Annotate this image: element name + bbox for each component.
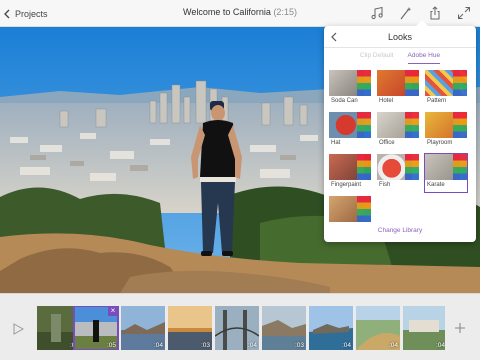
music-icon xyxy=(371,6,383,20)
look-thumbnail xyxy=(425,154,467,180)
clip-duration: :04 xyxy=(388,342,398,349)
clip-5[interactable]: :04 xyxy=(215,306,259,350)
clip-8[interactable]: :04 xyxy=(356,306,400,350)
clip-duration: :03 xyxy=(294,342,304,349)
look-fish[interactable]: Fish xyxy=(376,153,420,193)
look-playroom[interactable]: Playroom xyxy=(424,111,468,151)
fullscreen-button[interactable] xyxy=(455,4,473,22)
look-thumbnail xyxy=(425,112,467,138)
looks-back-button[interactable] xyxy=(328,31,340,43)
tab-clip-default[interactable]: Clip Default xyxy=(360,52,394,64)
play-button[interactable] xyxy=(12,322,25,335)
look-thumbnail xyxy=(329,196,371,222)
clip-duration: :04 xyxy=(247,342,257,349)
chevron-left-icon xyxy=(4,9,10,18)
looks-panel: Looks Clip Default Adobe Hue Soda Can Ho… xyxy=(324,20,476,242)
look-label: Karate xyxy=(427,182,445,188)
look-thumbnail xyxy=(329,154,371,180)
timeline: :05 × :05 :04 :03 :04 :03 :04 :04 xyxy=(0,293,480,360)
looks-grid: Soda Can Hotel Pattern Hat Office Playro… xyxy=(328,69,474,235)
expand-icon xyxy=(458,7,470,19)
project-duration: (2:15) xyxy=(273,7,297,17)
clip-duration: :04 xyxy=(341,342,351,349)
looks-panel-header: Looks xyxy=(324,26,476,48)
look-thumbnail xyxy=(425,70,467,96)
plus-icon xyxy=(455,323,465,333)
clip-7[interactable]: :04 xyxy=(309,306,353,350)
look-label: Pattern xyxy=(427,98,447,104)
look-hotel[interactable]: Hotel xyxy=(376,69,420,109)
share-button[interactable] xyxy=(426,4,444,22)
tab-adobe-hue[interactable]: Adobe Hue xyxy=(407,52,441,64)
look-thumbnail xyxy=(377,112,419,138)
look-label: Fingerpaint xyxy=(331,182,362,188)
clip-6[interactable]: :03 xyxy=(262,306,306,350)
look-label: Soda Can xyxy=(331,98,358,104)
top-bar: Projects Welcome to California (2:15) xyxy=(0,0,480,27)
theme-button[interactable] xyxy=(397,4,415,22)
look-thumbnail xyxy=(329,112,371,138)
clip-3[interactable]: :04 xyxy=(121,306,165,350)
chevron-left-icon xyxy=(331,32,337,42)
look-label: Hat xyxy=(331,140,341,146)
clip-9[interactable]: :04 xyxy=(403,306,445,350)
look-label: Fish xyxy=(379,182,391,188)
clip-2[interactable]: × :05 xyxy=(73,306,119,350)
look-label: Hotel xyxy=(379,98,394,104)
music-button[interactable] xyxy=(368,4,386,22)
look-thumbnail xyxy=(329,70,371,96)
clip-duration: :04 xyxy=(435,342,445,349)
play-icon xyxy=(13,323,25,335)
look-label: Playroom xyxy=(427,140,453,146)
look-soda-can[interactable]: Soda Can xyxy=(328,69,372,109)
clip-duration: :03 xyxy=(200,342,210,349)
clip-duration: :05 xyxy=(106,342,116,349)
projects-back-button[interactable]: Projects xyxy=(3,5,48,22)
magic-wand-icon xyxy=(400,7,412,20)
delete-clip-icon[interactable]: × xyxy=(108,306,118,316)
look-office[interactable]: Office xyxy=(376,111,420,151)
project-name: Welcome to California xyxy=(183,7,271,17)
change-library-link[interactable]: Change Library xyxy=(324,227,476,234)
look-fingerpaint[interactable]: Fingerpaint xyxy=(328,153,372,193)
look-thumbnail xyxy=(377,70,419,96)
clip-strip: :05 × :05 :04 :03 :04 :03 :04 :04 xyxy=(37,306,445,350)
looks-title: Looks xyxy=(387,32,413,42)
look-hat[interactable]: Hat xyxy=(328,111,372,151)
look-label: Office xyxy=(379,140,395,146)
looks-tabs: Clip Default Adobe Hue xyxy=(324,52,476,64)
add-clip-button[interactable] xyxy=(454,321,466,333)
look-karate[interactable]: Karate xyxy=(424,153,468,193)
clip-duration: :04 xyxy=(153,342,163,349)
share-icon xyxy=(430,6,440,20)
projects-back-label: Projects xyxy=(15,8,48,19)
look-pattern[interactable]: Pattern xyxy=(424,69,468,109)
look-thumbnail xyxy=(377,154,419,180)
clip-4[interactable]: :03 xyxy=(168,306,212,350)
